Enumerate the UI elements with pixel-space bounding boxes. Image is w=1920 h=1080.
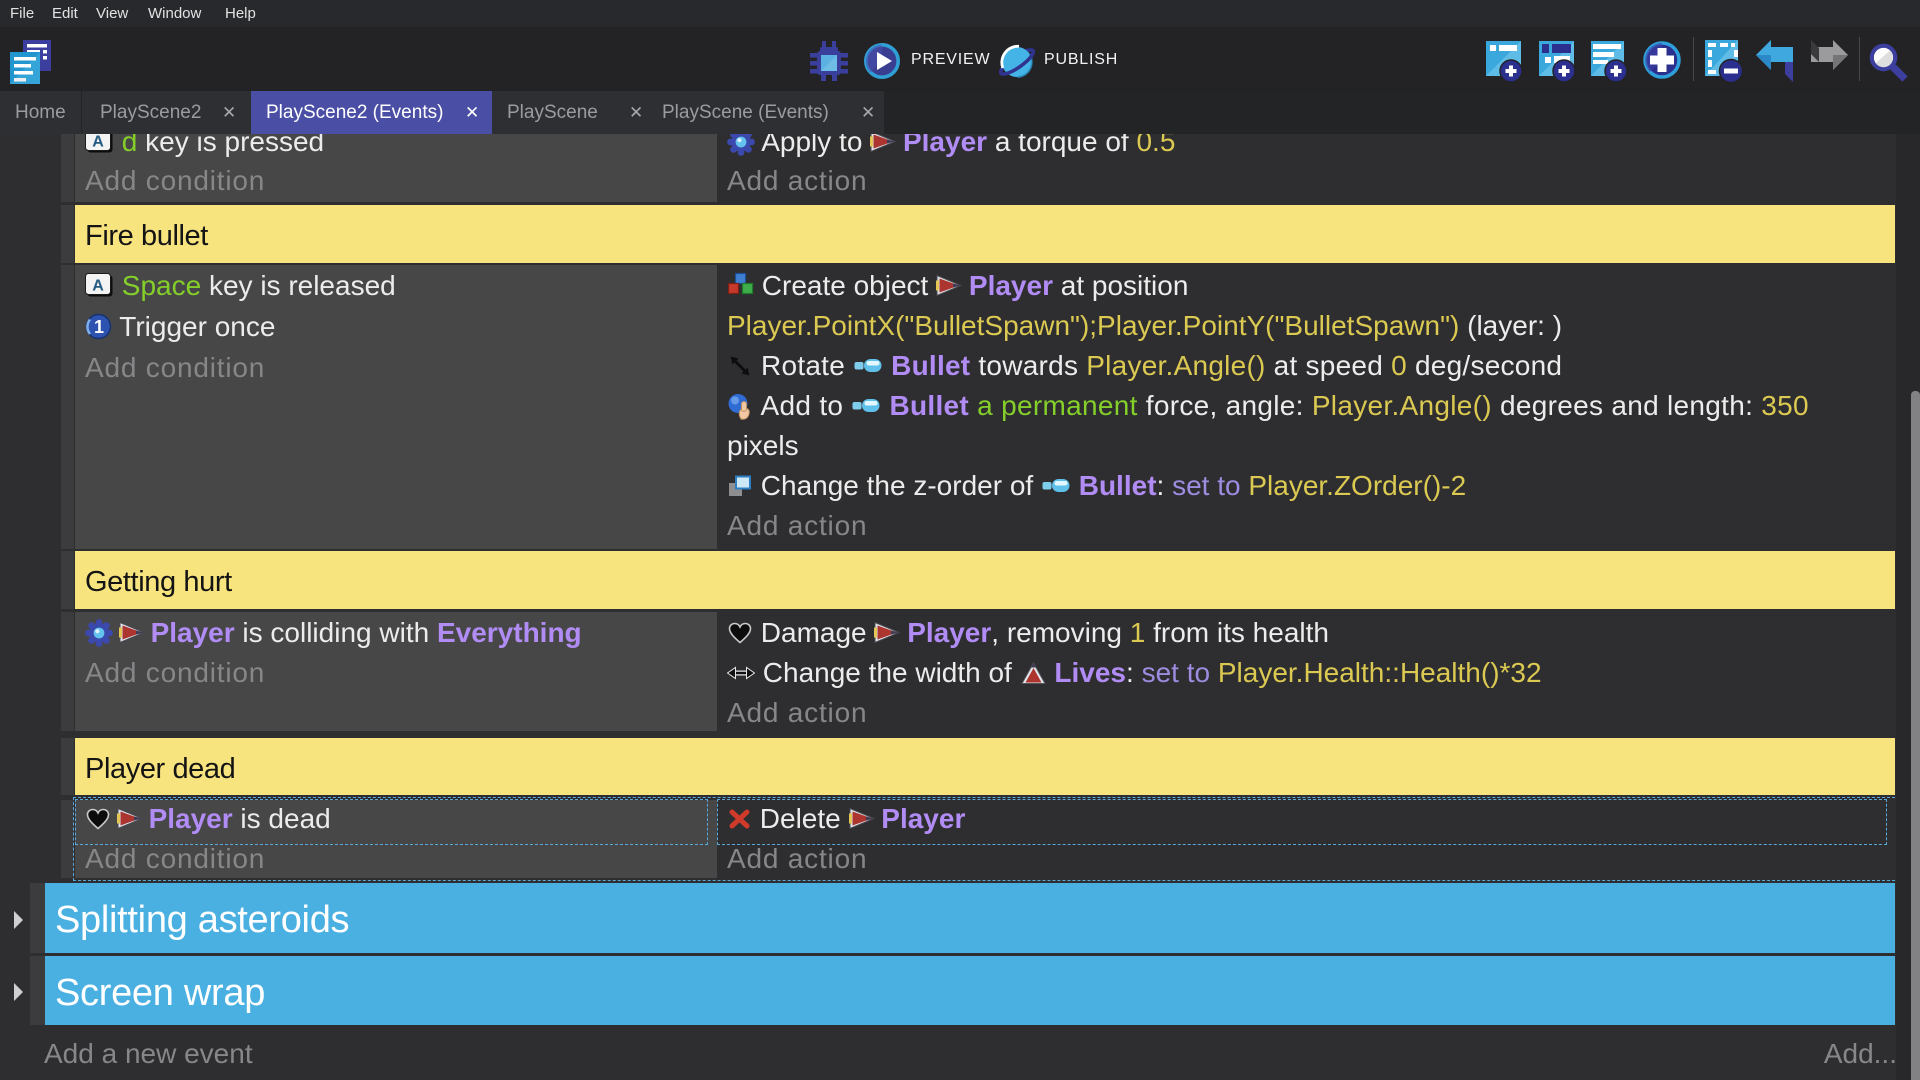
svg-text:A: A: [92, 278, 104, 295]
svg-text:A: A: [92, 134, 104, 151]
svg-text:1: 1: [94, 317, 104, 337]
